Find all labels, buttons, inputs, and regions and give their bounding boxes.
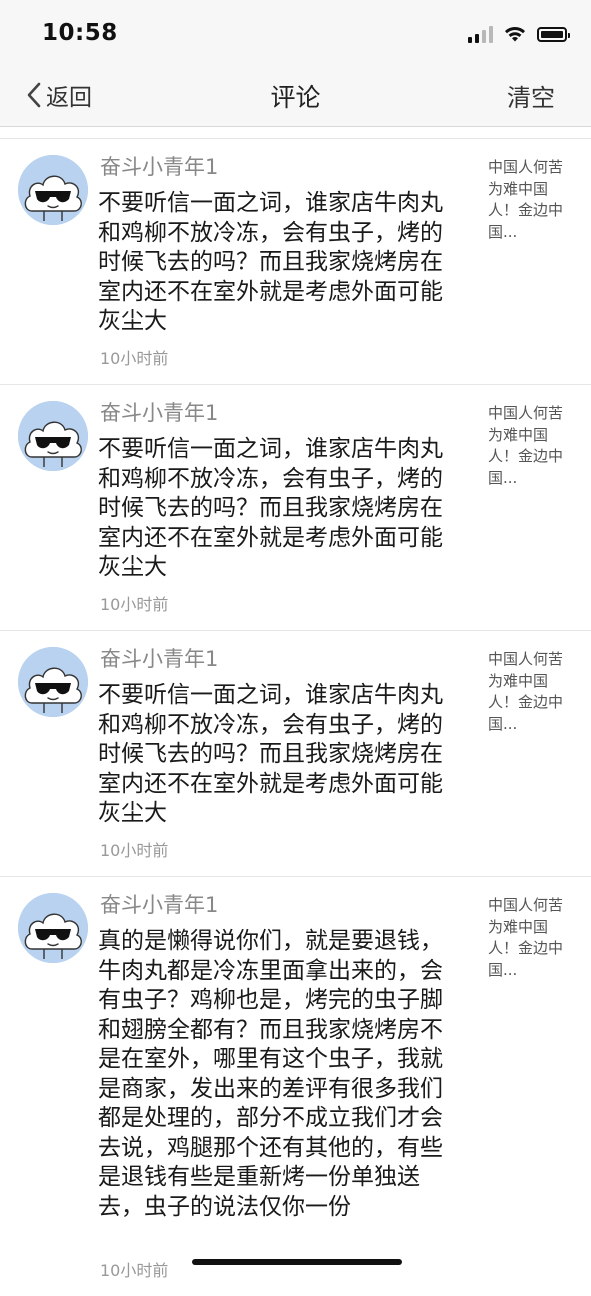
comment-author[interactable]: 奋斗小青年1 <box>100 889 218 919</box>
clear-button[interactable]: 清空 <box>507 78 555 113</box>
sunglasses-cloud-avatar-icon <box>18 155 88 225</box>
nav-bar: 返回 评论 清空 <box>0 62 591 127</box>
comment-time: 10小时前 <box>100 841 169 860</box>
referenced-post-snippet[interactable]: 中国人何苦为难中国人！金边中国... <box>488 895 564 981</box>
avatar[interactable] <box>18 893 88 963</box>
status-bar: 10:58 <box>0 0 591 62</box>
avatar[interactable] <box>18 155 88 225</box>
referenced-post-snippet[interactable]: 中国人何苦为难中国人！金边中国... <box>488 157 564 243</box>
avatar[interactable] <box>18 647 88 717</box>
status-icons <box>468 24 570 44</box>
status-time: 10:58 <box>42 20 118 46</box>
avatar[interactable] <box>18 401 88 471</box>
comment-author[interactable]: 奋斗小青年1 <box>100 397 218 427</box>
sunglasses-cloud-avatar-icon <box>18 647 88 717</box>
comment-author[interactable]: 奋斗小青年1 <box>100 643 218 673</box>
comment-time: 10小时前 <box>100 595 169 614</box>
comment-item[interactable]: 奋斗小青年1 不要听信一面之词，谁家店牛肉丸和鸡柳不放冷冻，会有虫子，烤的时候飞… <box>0 384 591 630</box>
comment-text: 不要听信一面之词，谁家店牛肉丸和鸡柳不放冷冻，会有虫子，烤的时候飞去的吗？而且我… <box>98 190 443 334</box>
comment-author[interactable]: 奋斗小青年1 <box>100 151 218 181</box>
comment-item[interactable]: 奋斗小青年1 不要听信一面之词，谁家店牛肉丸和鸡柳不放冷冻，会有虫子，烤的时候飞… <box>0 630 591 876</box>
comment-list: 奋斗小青年1 不要听信一面之词，谁家店牛肉丸和鸡柳不放冷冻，会有虫子，烤的时候飞… <box>0 138 591 1296</box>
comment-item[interactable]: 奋斗小青年1 真的是懒得说你们，就是要退钱，牛肉丸都是冷冻里面拿出来的，会有虫子… <box>0 876 591 1296</box>
comment-time: 10小时前 <box>100 1261 169 1280</box>
battery-icon <box>537 26 570 42</box>
wifi-icon <box>505 26 525 42</box>
comment-time: 10小时前 <box>100 349 169 368</box>
referenced-post-snippet[interactable]: 中国人何苦为难中国人！金边中国... <box>488 403 564 489</box>
comment-text: 不要听信一面之词，谁家店牛肉丸和鸡柳不放冷冻，会有虫子，烤的时候飞去的吗？而且我… <box>98 436 443 580</box>
sunglasses-cloud-avatar-icon <box>18 893 88 963</box>
page-title: 评论 <box>270 83 321 112</box>
home-indicator[interactable] <box>192 1259 402 1265</box>
comment-text: 真的是懒得说你们，就是要退钱，牛肉丸都是冷冻里面拿出来的，会有虫子？鸡柳也是，烤… <box>98 928 443 1220</box>
referenced-post-snippet[interactable]: 中国人何苦为难中国人！金边中国... <box>488 649 564 735</box>
sunglasses-cloud-avatar-icon <box>18 401 88 471</box>
cellular-signal-icon <box>468 25 493 43</box>
comment-text: 不要听信一面之词，谁家店牛肉丸和鸡柳不放冷冻，会有虫子，烤的时候飞去的吗？而且我… <box>98 682 443 826</box>
comment-item[interactable]: 奋斗小青年1 不要听信一面之词，谁家店牛肉丸和鸡柳不放冷冻，会有虫子，烤的时候飞… <box>0 138 591 384</box>
